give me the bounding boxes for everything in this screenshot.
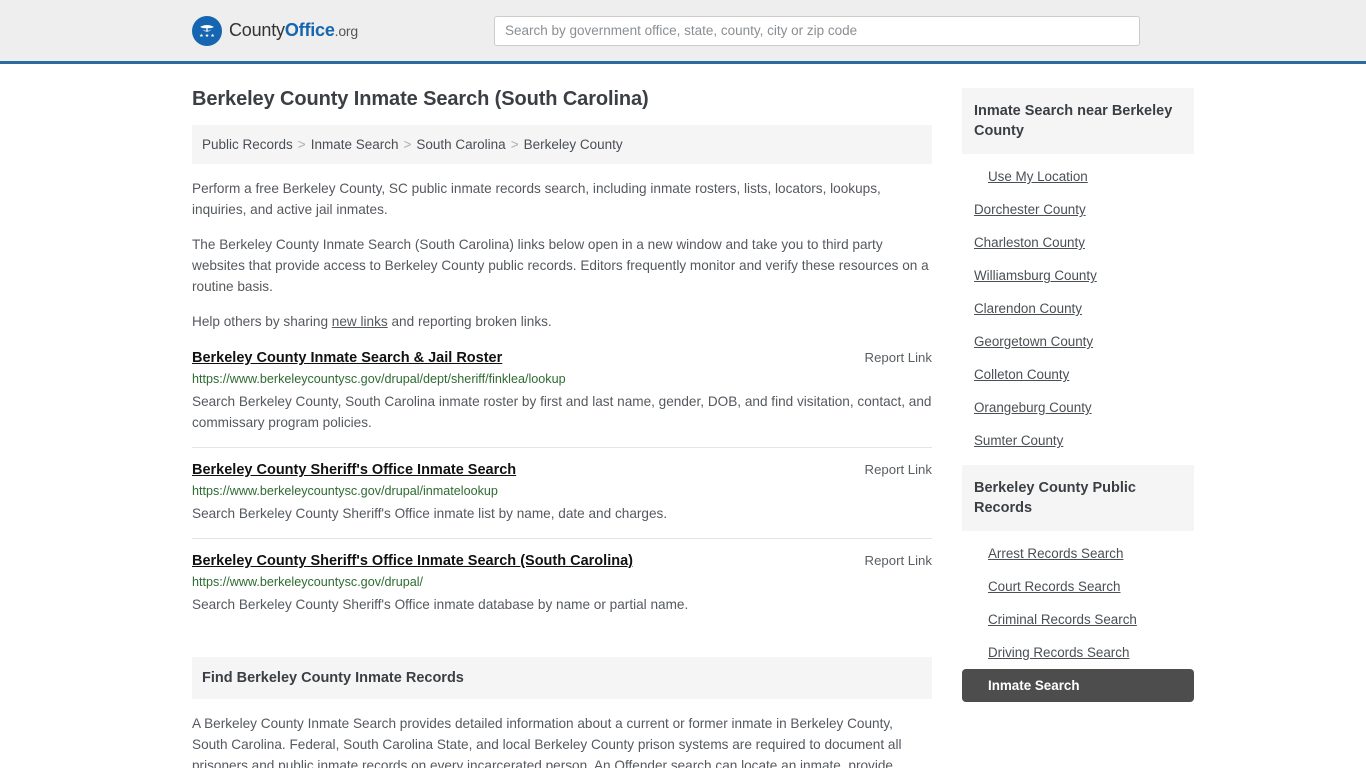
sidebar-item-williamsburg-county[interactable]: Williamsburg County bbox=[962, 259, 1194, 292]
search-bar bbox=[494, 15, 1140, 46]
result-header: Berkeley County Inmate Search & Jail Ros… bbox=[192, 350, 932, 366]
result-title-link[interactable]: Berkeley County Inmate Search & Jail Ros… bbox=[192, 350, 502, 366]
sidebar-item-charleston-county[interactable]: Charleston County bbox=[962, 226, 1194, 259]
list-item: Court Records Search bbox=[962, 570, 1194, 603]
list-item: Colleton County bbox=[962, 358, 1194, 391]
logo-suffix: .org bbox=[334, 23, 359, 39]
find-records-heading: Find Berkeley County Inmate Records bbox=[192, 657, 932, 699]
list-item: Inmate Search bbox=[962, 669, 1194, 702]
list-item: Arrest Records Search bbox=[962, 537, 1194, 570]
result-header: Berkeley County Sheriff's Office Inmate … bbox=[192, 462, 932, 478]
result-title-link[interactable]: Berkeley County Sheriff's Office Inmate … bbox=[192, 553, 633, 569]
sidebar-records-heading: Berkeley County Public Records bbox=[962, 465, 1194, 531]
site-header: CountyOffice.org bbox=[0, 0, 1366, 64]
result-item: Berkeley County Sheriff's Office Inmate … bbox=[192, 553, 932, 629]
report-link-button[interactable]: Report Link bbox=[865, 553, 932, 568]
list-item: Orangeburg County bbox=[962, 391, 1194, 424]
breadcrumb-item-south-carolina[interactable]: South Carolina bbox=[416, 137, 505, 152]
share-text-before: Help others by sharing bbox=[192, 314, 332, 329]
breadcrumb-item-public-records[interactable]: Public Records bbox=[202, 137, 293, 152]
list-item: Williamsburg County bbox=[962, 259, 1194, 292]
result-title-link[interactable]: Berkeley County Sheriff's Office Inmate … bbox=[192, 462, 516, 478]
sidebar-item-clarendon-county[interactable]: Clarendon County bbox=[962, 292, 1194, 325]
new-links-link[interactable]: new links bbox=[332, 314, 388, 329]
sidebar-nearby-heading: Inmate Search near Berkeley County bbox=[962, 88, 1194, 154]
sidebar-nearby-panel: Inmate Search near Berkeley County Use M… bbox=[962, 88, 1194, 457]
intro-paragraph-1: Perform a free Berkeley County, SC publi… bbox=[192, 181, 881, 217]
sidebar-item-driving-records-search[interactable]: Driving Records Search bbox=[962, 636, 1194, 669]
logo-prefix: County bbox=[229, 20, 285, 40]
result-description: Search Berkeley County, South Carolina i… bbox=[192, 394, 932, 430]
sidebar-item-use-my-location[interactable]: Use My Location bbox=[962, 160, 1194, 193]
breadcrumb-separator: > bbox=[510, 137, 519, 152]
sidebar-item-georgetown-county[interactable]: Georgetown County bbox=[962, 325, 1194, 358]
sidebar-item-orangeburg-county[interactable]: Orangeburg County bbox=[962, 391, 1194, 424]
share-text-after: and reporting broken links. bbox=[387, 314, 552, 329]
list-item: Driving Records Search bbox=[962, 636, 1194, 669]
find-records-body: A Berkeley County Inmate Search provides… bbox=[192, 713, 932, 768]
sidebar-item-dorchester-county[interactable]: Dorchester County bbox=[962, 193, 1194, 226]
breadcrumb-separator: > bbox=[403, 137, 412, 152]
intro-paragraph-3: Help others by sharing new links and rep… bbox=[192, 311, 932, 332]
sidebar: Inmate Search near Berkeley County Use M… bbox=[962, 64, 1194, 768]
list-item: Charleston County bbox=[962, 226, 1194, 259]
report-link-button[interactable]: Report Link bbox=[865, 462, 932, 477]
result-list: Berkeley County Inmate Search & Jail Ros… bbox=[192, 350, 932, 629]
list-item: Georgetown County bbox=[962, 325, 1194, 358]
result-header: Berkeley County Sheriff's Office Inmate … bbox=[192, 553, 932, 569]
list-item: Criminal Records Search bbox=[962, 603, 1194, 636]
report-link-button[interactable]: Report Link bbox=[865, 350, 932, 365]
sidebar-item-inmate-search[interactable]: Inmate Search bbox=[962, 669, 1194, 702]
page-body: Berkeley County Inmate Search (South Car… bbox=[0, 64, 1366, 768]
sidebar-records-list: Arrest Records Search Court Records Sear… bbox=[962, 531, 1194, 702]
breadcrumb-separator: > bbox=[297, 137, 306, 152]
result-url: https://www.berkeleycountysc.gov/drupal/… bbox=[192, 372, 566, 386]
intro-text: Perform a free Berkeley County, SC publi… bbox=[192, 178, 932, 332]
breadcrumb: Public Records > Inmate Search > South Carol… bbox=[192, 125, 932, 164]
result-item: Berkeley County Inmate Search & Jail Ros… bbox=[192, 350, 932, 448]
result-description: Search Berkeley County Sheriff's Office … bbox=[192, 506, 668, 521]
result-description: Search Berkeley County Sheriff's Office … bbox=[192, 597, 689, 612]
find-records-section: Find Berkeley County Inmate Records A Be… bbox=[192, 657, 932, 768]
sidebar-item-colleton-county[interactable]: Colleton County bbox=[962, 358, 1194, 391]
page-title: Berkeley County Inmate Search (South Car… bbox=[192, 88, 649, 110]
sidebar-item-court-records-search[interactable]: Court Records Search bbox=[962, 570, 1194, 603]
sidebar-item-arrest-records-search[interactable]: Arrest Records Search bbox=[962, 537, 1194, 570]
sidebar-item-criminal-records-search[interactable]: Criminal Records Search bbox=[962, 603, 1194, 636]
breadcrumb-item-berkeley-county[interactable]: Berkeley County bbox=[524, 137, 623, 152]
find-records-paragraph: A Berkeley County Inmate Search provides… bbox=[192, 716, 902, 768]
logo-bold: Office bbox=[284, 20, 335, 40]
list-item: Dorchester County bbox=[962, 193, 1194, 226]
main-content: Berkeley County Inmate Search (South Car… bbox=[192, 64, 932, 768]
site-logo-text: CountyOffice.org bbox=[229, 20, 358, 41]
county-office-emblem-icon bbox=[192, 15, 222, 46]
breadcrumb-item-inmate-search[interactable]: Inmate Search bbox=[311, 137, 399, 152]
search-input[interactable] bbox=[494, 15, 1140, 46]
result-url: https://www.berkeleycountysc.gov/drupal/… bbox=[192, 484, 498, 498]
list-item: Clarendon County bbox=[962, 292, 1194, 325]
sidebar-item-sumter-county[interactable]: Sumter County bbox=[962, 424, 1194, 457]
list-item: Use My Location bbox=[962, 160, 1194, 193]
site-logo[interactable]: CountyOffice.org bbox=[192, 15, 358, 46]
list-item: Sumter County bbox=[962, 424, 1194, 457]
result-url: https://www.berkeleycountysc.gov/drupal/ bbox=[192, 575, 423, 589]
result-item: Berkeley County Sheriff's Office Inmate … bbox=[192, 462, 932, 539]
intro-paragraph-2: The Berkeley County Inmate Search (South… bbox=[192, 237, 929, 294]
sidebar-records-panel: Berkeley County Public Records Arrest Re… bbox=[962, 465, 1194, 702]
sidebar-nearby-list: Use My Location Dorchester County Charle… bbox=[962, 154, 1194, 457]
